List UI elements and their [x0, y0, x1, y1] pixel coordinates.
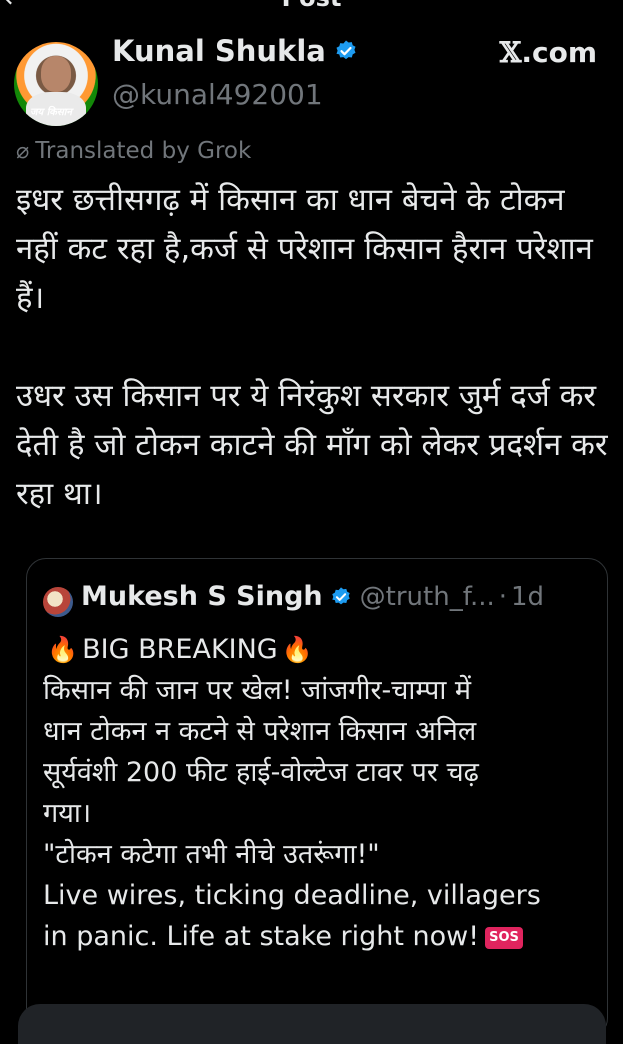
verified-badge-icon: [336, 40, 356, 60]
quoted-author-name[interactable]: Mukesh S Singh: [81, 581, 323, 612]
x-com-suffix: .com: [521, 36, 597, 69]
quoted-line: सूर्यवंशी 200 फीट हाई-वोल्टेज टावर पर चढ…: [43, 757, 479, 788]
avatar-face: [41, 56, 71, 92]
x-logo-icon: 𝕏: [499, 36, 522, 69]
avatar-caption: जय किसान: [30, 107, 72, 118]
quoted-author-handle[interactable]: @truth_f...: [360, 582, 495, 612]
quoted-line: "टोकन कटेगा तभी नीचे उतरूंगा!": [43, 839, 380, 870]
author-avatar[interactable]: जय किसान: [14, 42, 98, 126]
translation-label: ⌀ Translated by Grok: [16, 138, 251, 164]
quoted-author-avatar[interactable]: [43, 587, 73, 617]
separator-dot: ·: [498, 581, 508, 612]
page-title: Post: [0, 0, 623, 12]
quoted-post-time[interactable]: 1d: [511, 582, 544, 612]
quoted-post-text: 🔥 BIG BREAKING 🔥 किसान की जान पर खेल! जांज…: [43, 629, 603, 957]
quoted-post-header: Mukesh S Singh @truth_f... · 1d: [81, 581, 544, 612]
quoted-post-card[interactable]: Mukesh S Singh @truth_f... · 1d 🔥 BIG BRE…: [26, 558, 608, 1038]
author-name-row[interactable]: Kunal Shukla: [112, 34, 358, 68]
top-bar: ← Post: [0, 0, 623, 12]
quoted-line: गया।: [43, 798, 92, 829]
headline-text: BIG BREAKING: [82, 634, 278, 665]
x-com-label: 𝕏.com: [500, 36, 597, 69]
verified-badge-icon: [331, 586, 350, 604]
sos-icon: SOS: [485, 926, 523, 949]
fire-icon: 🔥: [47, 635, 79, 664]
quoted-line-text: in panic. Life at stake right now!: [43, 921, 480, 952]
quoted-line: Live wires, ticking deadline, villagers: [43, 880, 541, 911]
translation-text: Translated by Grok: [35, 138, 252, 164]
quoted-line-last: in panic. Life at stake right now! SOS: [43, 916, 603, 957]
quoted-line: धान टोकन न कटने से परेशान किसान अनिल: [43, 716, 477, 747]
author-handle[interactable]: @kunal492001: [112, 78, 323, 111]
post-text: इधर छत्तीसगढ़ में किसान का धान बेचने के …: [16, 182, 608, 512]
reply-input-bar[interactable]: [18, 1004, 606, 1044]
fire-icon: 🔥: [281, 635, 313, 664]
quoted-headline: 🔥 BIG BREAKING 🔥: [43, 629, 603, 670]
quoted-line: किसान की जान पर खेल! जांजगीर-चाम्पा में: [43, 675, 472, 706]
slash-circle-icon: ⌀: [16, 138, 30, 164]
author-name[interactable]: Kunal Shukla: [112, 34, 326, 68]
